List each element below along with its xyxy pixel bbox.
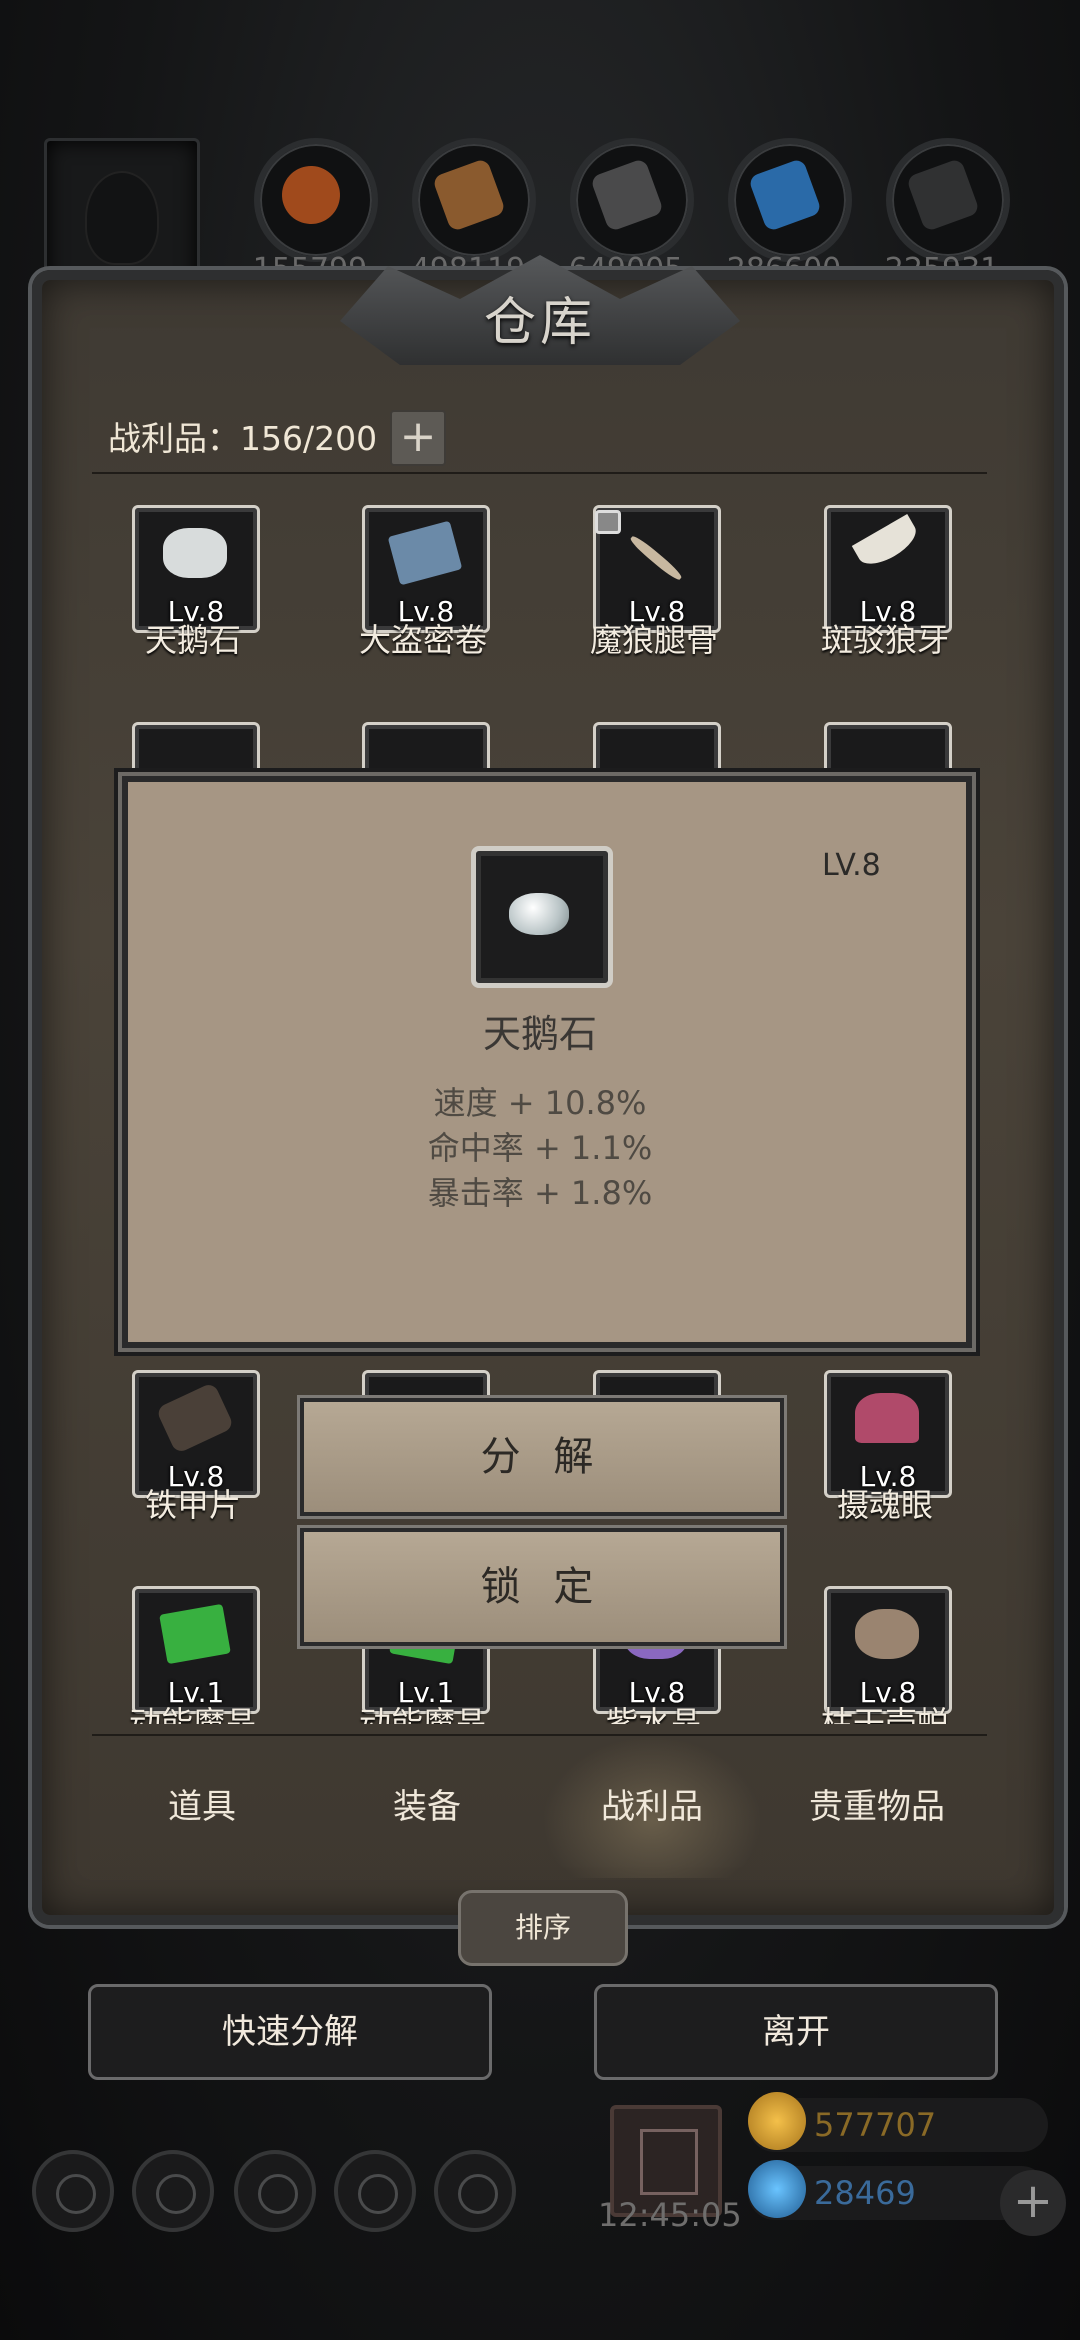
item-name: 动能魔晶 — [128, 1704, 257, 1724]
wood-icon — [431, 157, 507, 233]
item-name: 天鹅石 — [144, 621, 241, 659]
swan-stone-icon — [163, 528, 227, 578]
item-slot[interactable]: Lv.8 — [824, 1586, 952, 1714]
item-name: 魔狼腿骨 — [589, 621, 718, 659]
resource-slot-2 — [412, 138, 536, 262]
item-name: 动能魔晶 — [358, 1704, 487, 1724]
tab-equipment[interactable]: 装备 — [317, 1736, 537, 1878]
meat-icon — [273, 157, 349, 233]
item-name: 摄魂眼 — [836, 1486, 933, 1524]
shell-icon — [855, 1609, 919, 1659]
detail-item-name: 天鹅石 — [482, 1012, 597, 1056]
settings-icon[interactable] — [32, 2150, 114, 2232]
iron-icon — [905, 157, 981, 233]
item-slot[interactable]: Lv.8 — [824, 1370, 952, 1498]
item-slot[interactable]: Lv.8 — [824, 505, 952, 633]
warehouse-title: 仓库 — [483, 293, 596, 353]
hero-icon[interactable] — [132, 2150, 214, 2232]
soul-eye-icon — [855, 1393, 919, 1443]
gem-value: 28469 — [814, 2174, 916, 2212]
mail-icon[interactable] — [334, 2150, 416, 2232]
handshake-icon[interactable] — [434, 2150, 516, 2232]
decompose-button[interactable]: 分 解 — [300, 1398, 784, 1516]
tab-valuables[interactable]: 贵重物品 — [767, 1736, 987, 1878]
item-name: 铁甲片 — [144, 1486, 241, 1524]
game-clock: 12:45:05 — [598, 2196, 742, 2234]
item-slot[interactable]: Lv.8 — [132, 505, 260, 633]
gold-counter: 577707 — [748, 2092, 1048, 2152]
crystal-icon — [747, 157, 823, 233]
item-slot[interactable]: Lv.1 — [132, 1586, 260, 1714]
scroll-icon — [387, 520, 463, 586]
item-slot[interactable]: Lv.8 — [362, 505, 490, 633]
detail-level: LV.8 — [822, 848, 881, 883]
add-currency-button[interactable]: + — [1000, 2170, 1066, 2236]
resource-slot-4 — [728, 138, 852, 262]
bone-icon — [628, 533, 684, 583]
detail-stat-accuracy: 命中率 + 1.1% — [427, 1129, 653, 1167]
armor-plate-icon — [155, 1381, 235, 1455]
category-tabs: 道具 装备 战利品 贵重物品 — [92, 1736, 987, 1878]
expand-capacity-button[interactable]: + — [390, 410, 446, 466]
fang-icon — [851, 514, 923, 572]
detail-stat-crit: 暴击率 + 1.8% — [427, 1174, 653, 1212]
resource-slot-3 — [570, 138, 694, 262]
item-name: 紫水晶 — [605, 1704, 702, 1724]
resource-slot-5 — [886, 138, 1010, 262]
gold-value: 577707 — [814, 2106, 937, 2144]
item-name: 大盗密卷 — [358, 621, 487, 659]
lock-icon — [595, 510, 621, 534]
swan-stone-icon — [509, 893, 569, 935]
resource-slot-1 — [254, 138, 378, 262]
quick-decompose-button[interactable]: 快速分解 — [88, 1984, 492, 2080]
header-divider — [92, 472, 987, 474]
item-name: 枯干壳蜕 — [820, 1704, 949, 1724]
item-slot[interactable]: Lv.8 — [132, 1370, 260, 1498]
kinetic-crystal-icon — [159, 1603, 231, 1665]
gold-coin-icon — [748, 2092, 806, 2150]
item-name: 斑驳狼牙 — [820, 621, 949, 659]
castle-icon[interactable] — [234, 2150, 316, 2232]
detail-item-icon — [471, 846, 613, 988]
stone-icon — [589, 157, 665, 233]
loot-counter: 战利品：156/200 — [108, 419, 378, 458]
tab-items[interactable]: 道具 — [92, 1736, 312, 1878]
sort-button[interactable]: 排序 — [458, 1890, 628, 1966]
tab-loot[interactable]: 战利品 — [542, 1736, 762, 1878]
blue-gem-icon — [748, 2160, 806, 2218]
leave-button[interactable]: 离开 — [594, 1984, 998, 2080]
lock-button[interactable]: 锁 定 — [300, 1528, 784, 1646]
detail-stat-speed: 速度 + 10.8% — [433, 1084, 647, 1122]
